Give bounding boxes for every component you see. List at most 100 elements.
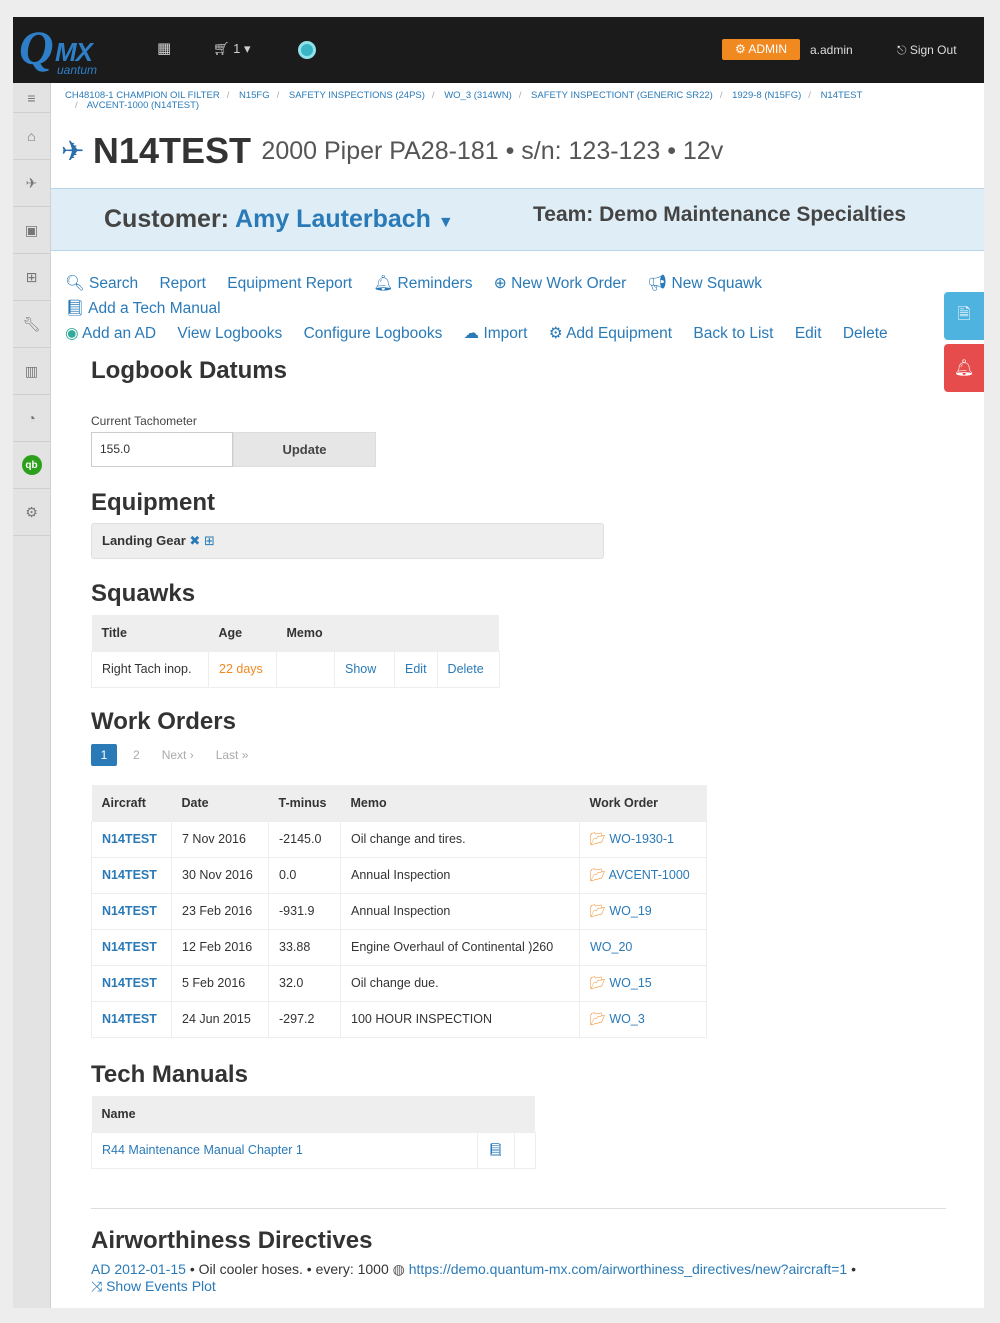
equipment-report-link[interactable]: Equipment Report <box>227 275 352 292</box>
aircraft-link[interactable]: N14TEST <box>102 904 157 918</box>
logo-tag: uantum <box>57 63 98 77</box>
barcode-icon[interactable]: ▥ <box>13 348 50 395</box>
add-tech-manual-link[interactable]: 📘︎ Add a Tech Manual <box>65 300 221 317</box>
aircraft-link[interactable]: N14TEST <box>102 832 157 846</box>
wo-tminus: 33.88 <box>268 928 341 966</box>
breadcrumb-item[interactable]: N15FG <box>239 90 270 101</box>
book-icon[interactable]: 📘︎ <box>477 1131 515 1169</box>
dashboard-icon[interactable]: ◔ <box>13 395 50 442</box>
action-label: Import <box>483 325 528 342</box>
customer-name-dropdown[interactable]: Amy Lauterbach ▼ <box>235 205 454 233</box>
col-tminus: T-minus <box>268 785 341 821</box>
aircraft-link[interactable]: N14TEST <box>102 976 157 990</box>
remove-icon[interactable]: ✖ <box>189 533 200 548</box>
wo-date: 7 Nov 2016 <box>171 820 269 858</box>
breadcrumb-item[interactable]: 1929-8 (N15FG) <box>732 90 801 101</box>
admin-button[interactable]: ⚙ ADMIN <box>722 39 800 60</box>
menu-toggle-icon[interactable]: ≡ <box>13 83 50 113</box>
work-order-link[interactable]: AVCENT-1000 <box>609 868 690 882</box>
calendar-icon[interactable]: ▦ <box>157 39 171 57</box>
user-name[interactable]: a.admin <box>810 43 853 57</box>
page-2[interactable]: 2 <box>133 748 140 762</box>
update-button[interactable]: Update <box>233 432 376 467</box>
show-events-plot-link[interactable]: ⤨ Show Events Plot <box>91 1278 216 1294</box>
aircraft-tail: N14TEST <box>92 130 251 171</box>
left-sidebar: ≡ ⌂ ✈ ▣ ⊞ 🔧︎ ▥ ◔ qb ⚙ <box>13 83 51 1308</box>
sign-out-link[interactable]: ⎋ Sign Out <box>897 43 957 58</box>
page-1[interactable]: 1 <box>91 744 117 766</box>
equipment-name[interactable]: Landing Gear <box>102 533 186 548</box>
report-link[interactable]: Report <box>159 275 206 292</box>
cart-icon: 🛒︎ <box>213 41 230 56</box>
edit-link[interactable]: Edit <box>795 325 822 342</box>
last-page[interactable]: Last » <box>216 748 249 762</box>
alert-side-button[interactable]: 🔔︎ <box>944 344 984 392</box>
delete-link[interactable]: Delete <box>448 662 484 676</box>
breadcrumb-item[interactable]: N14TEST <box>821 90 863 101</box>
work-order-link[interactable]: WO_20 <box>590 940 632 954</box>
back-to-list-link[interactable]: Back to List <box>693 325 773 342</box>
main-content: CH48108-1 CHAMPION OIL FILTER / N15FG / SA… <box>51 83 984 1308</box>
cloud-upload-icon: ☁ <box>463 325 480 342</box>
import-link[interactable]: ☁ Import <box>464 325 528 342</box>
support-globe-icon[interactable] <box>298 41 316 59</box>
equipment-heading: Equipment <box>91 489 215 516</box>
tech-manual-link[interactable]: R44 Maintenance Manual Chapter 1 <box>102 1143 303 1157</box>
document-side-button[interactable]: 🗎 <box>944 292 984 340</box>
delete-link[interactable]: Delete <box>843 325 888 342</box>
tachometer-input[interactable]: 155.0 <box>91 432 233 467</box>
breadcrumb-item[interactable]: SAFETY INSPECTIONS (24PS) <box>289 90 425 101</box>
table-row: N14TEST 7 Nov 2016 -2145.0 Oil change an… <box>91 820 707 858</box>
squawks-table: Title Age Memo Right Tach inop. 22 days … <box>91 615 500 688</box>
next-page[interactable]: Next › <box>162 748 194 762</box>
configure-logbooks-link[interactable]: Configure Logbooks <box>304 325 443 342</box>
new-squawk-link[interactable]: 📢︎ New Squawk <box>648 275 762 292</box>
edit-link[interactable]: Edit <box>405 662 427 676</box>
wo-date: 23 Feb 2016 <box>171 892 269 930</box>
breadcrumb-item[interactable]: SAFETY INSPECTIONT (GENERIC SR22) <box>531 90 713 101</box>
search-link[interactable]: 🔍︎ Search <box>65 275 138 292</box>
work-order-link[interactable]: WO_19 <box>609 904 651 918</box>
home-icon[interactable]: ⌂ <box>13 113 50 160</box>
sitemap-icon[interactable]: ⊞ <box>13 254 50 301</box>
squawk-title: Right Tach inop. <box>91 650 209 688</box>
aircraft-link[interactable]: N14TEST <box>102 1012 157 1026</box>
wo-memo: Oil change and tires. <box>340 820 580 858</box>
work-order-link[interactable]: WO_3 <box>609 1012 644 1026</box>
wo-tminus: -931.9 <box>268 892 341 930</box>
work-order-link[interactable]: WO_15 <box>609 976 651 990</box>
work-order-link[interactable]: WO-1930-1 <box>609 832 674 846</box>
work-orders-heading: Work Orders <box>91 708 236 735</box>
action-label: Search <box>89 275 139 292</box>
ad-link[interactable]: AD 2012-01-15 <box>91 1261 186 1277</box>
breadcrumb-item[interactable]: WO_3 (314WN) <box>444 90 512 101</box>
aircraft-icon[interactable]: ✈ <box>13 160 50 207</box>
table-row: N14TEST 5 Feb 2016 32.0 Oil change due. … <box>91 964 707 1002</box>
show-link[interactable]: Show <box>345 662 376 676</box>
qmx-logo[interactable]: Q MX uantum <box>19 22 119 77</box>
cart-menu[interactable]: 🛒︎ 1 ▾ <box>213 41 251 57</box>
aircraft-actions: 🔍︎ Search Report Equipment Report 🔔︎ Rem… <box>65 271 945 346</box>
quickbooks-icon-item[interactable]: qb <box>13 442 50 489</box>
wrench-icon[interactable]: 🔧︎ <box>13 301 50 348</box>
ad-url-link[interactable]: https://demo.quantum-mx.com/airworthines… <box>409 1261 847 1277</box>
add-ad-link[interactable]: ◉ Add an AD <box>65 325 156 342</box>
wo-date: 30 Nov 2016 <box>171 856 269 894</box>
book-icon[interactable]: ▣ <box>13 207 50 254</box>
settings-gear-icon[interactable]: ⚙ <box>13 489 50 536</box>
col-memo: Memo <box>276 615 335 651</box>
add-equipment-link[interactable]: ⚙ Add Equipment <box>549 325 672 342</box>
expand-icon[interactable]: ⊞ <box>204 533 215 548</box>
customer-label: Customer: <box>104 205 230 233</box>
globe-icon: ◉ <box>65 325 79 342</box>
new-work-order-link[interactable]: ⊕ New Work Order <box>494 275 626 292</box>
ads-heading: Airworthiness Directives <box>91 1227 373 1254</box>
aircraft-link[interactable]: N14TEST <box>102 868 157 882</box>
app-window: Q MX uantum ▦ 🛒︎ 1 ▾ ⚙ ADMIN a.admin ⎋ S… <box>13 17 984 1308</box>
view-logbooks-link[interactable]: View Logbooks <box>177 325 282 342</box>
breadcrumb: CH48108-1 CHAMPION OIL FILTER / N15FG / SA… <box>65 90 863 111</box>
reminders-link[interactable]: 🔔︎ Reminders <box>374 275 473 292</box>
ad-description: • Oil cooler hoses. • every: 1000 <box>189 1261 389 1277</box>
aircraft-link[interactable]: N14TEST <box>102 940 157 954</box>
breadcrumb-item[interactable]: AVCENT-1000 (N14TEST) <box>87 100 199 111</box>
